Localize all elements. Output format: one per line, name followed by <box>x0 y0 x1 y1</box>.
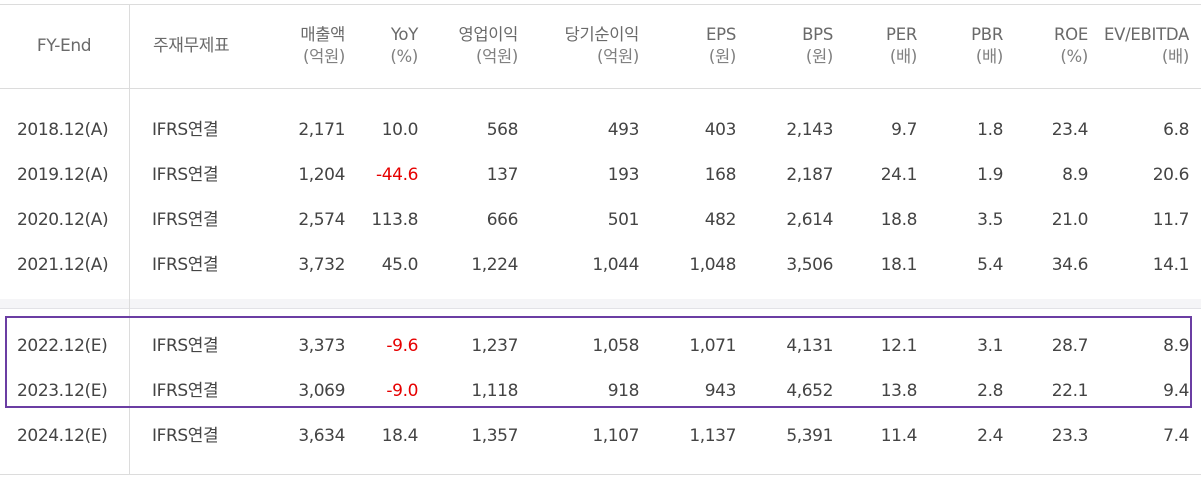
header-label: 매출액 <box>300 25 345 44</box>
cell-ev-ebitda: 6.8 <box>1163 120 1189 140</box>
header-unit: (배) <box>975 47 1003 66</box>
cell-revenue: 2,574 <box>298 210 345 230</box>
cell-bps: 2,614 <box>786 210 833 230</box>
header-bps: BPS (원) <box>750 24 833 68</box>
cell-pbr: 1.9 <box>977 165 1003 185</box>
header-yoy: YoY (%) <box>350 24 418 68</box>
financial-table: FY-End 주재무제표 매출액 (억원) YoY (%) 영업이익 (억원) … <box>0 0 1201 481</box>
header-revenue: 매출액 (억원) <box>240 24 345 68</box>
header-fy-end: FY-End <box>36 36 92 56</box>
header-unit: (%) <box>390 47 418 66</box>
cell-ev-ebitda: 20.6 <box>1152 165 1190 185</box>
header-bottom-border <box>0 88 1201 89</box>
cell-roe: 8.9 <box>1062 165 1088 185</box>
cell-roe: 23.3 <box>1051 426 1089 446</box>
row-fy-end: 2018.12(A) <box>17 120 109 140</box>
row-basis: IFRS연결 <box>152 426 219 446</box>
header-unit: (%) <box>1060 47 1088 66</box>
header-label: PER <box>886 25 917 44</box>
cell-roe: 21.0 <box>1051 210 1089 230</box>
row-basis: IFRS연결 <box>152 255 219 275</box>
cell-per: 9.7 <box>891 120 917 140</box>
row-fy-end: 2020.12(A) <box>17 210 109 230</box>
cell-net-income: 1,107 <box>592 426 639 446</box>
row-basis: IFRS연결 <box>152 120 219 140</box>
table-top-border <box>0 4 1201 5</box>
header-unit: (배) <box>1161 47 1189 66</box>
cell-pbr: 5.4 <box>977 255 1003 275</box>
cell-ev-ebitda: 14.1 <box>1152 255 1190 275</box>
cell-roe: 34.6 <box>1051 255 1089 275</box>
cell-ev-ebitda: 7.4 <box>1163 426 1189 446</box>
cell-per: 24.1 <box>880 165 918 185</box>
cell-eps: 168 <box>704 165 737 185</box>
header-roe: ROE (%) <box>1010 24 1088 68</box>
cell-per: 18.8 <box>880 210 918 230</box>
header-operating-profit: 영업이익 (억원) <box>420 24 518 68</box>
row-basis: IFRS연결 <box>152 210 219 230</box>
row-basis: IFRS연결 <box>152 165 219 185</box>
cell-per: 11.4 <box>880 426 918 446</box>
row-fy-end: 2024.12(E) <box>17 426 108 446</box>
actual-estimate-separator <box>0 299 1201 308</box>
row-fy-end: 2021.12(A) <box>17 255 109 275</box>
cell-eps: 482 <box>704 210 737 230</box>
cell-net-income: 501 <box>607 210 640 230</box>
header-basis: 주재무제표 <box>153 36 230 56</box>
cell-eps: 1,137 <box>689 426 736 446</box>
cell-per: 18.1 <box>880 255 918 275</box>
cell-yoy: 113.8 <box>371 210 418 230</box>
cell-revenue: 3,732 <box>298 255 345 275</box>
cell-net-income: 1,044 <box>592 255 639 275</box>
cell-bps: 5,391 <box>786 426 833 446</box>
cell-operating-profit: 1,357 <box>471 426 518 446</box>
header-unit: (억원) <box>302 47 345 66</box>
row-fy-end: 2019.12(A) <box>17 165 109 185</box>
cell-yoy: 18.4 <box>381 426 419 446</box>
cell-pbr: 1.8 <box>977 120 1003 140</box>
header-label: BPS <box>802 25 833 44</box>
cell-yoy: -44.6 <box>376 165 418 185</box>
header-label: EPS <box>706 25 736 44</box>
cell-eps: 1,048 <box>689 255 736 275</box>
header-unit: (원) <box>708 47 736 66</box>
separator-border <box>0 308 1201 309</box>
header-pbr: PBR (배) <box>925 24 1003 68</box>
header-eps: EPS (원) <box>660 24 736 68</box>
estimate-highlight-box <box>5 316 1192 408</box>
cell-net-income: 193 <box>607 165 640 185</box>
cell-bps: 3,506 <box>786 255 833 275</box>
cell-yoy: 45.0 <box>381 255 419 275</box>
cell-yoy: 10.0 <box>381 120 419 140</box>
cell-roe: 23.4 <box>1051 120 1089 140</box>
cell-revenue: 3,634 <box>298 426 345 446</box>
cell-revenue: 2,171 <box>298 120 345 140</box>
cell-pbr: 3.5 <box>977 210 1003 230</box>
header-unit: (배) <box>889 47 917 66</box>
header-ev-ebitda: EV/EBITDA (배) <box>1095 24 1189 68</box>
cell-bps: 2,187 <box>786 165 833 185</box>
header-per: PER (배) <box>840 24 917 68</box>
cell-revenue: 1,204 <box>298 165 345 185</box>
header-net-income: 당기순이익 (억원) <box>525 24 640 68</box>
cell-operating-profit: 568 <box>486 120 519 140</box>
header-label: ROE <box>1054 25 1088 44</box>
header-label: 당기순이익 <box>564 25 640 44</box>
cell-ev-ebitda: 11.7 <box>1152 210 1190 230</box>
header-label: YoY <box>390 25 418 44</box>
cell-operating-profit: 137 <box>486 165 519 185</box>
cell-bps: 2,143 <box>786 120 833 140</box>
header-unit: (원) <box>805 47 833 66</box>
cell-eps: 403 <box>704 120 737 140</box>
header-label: 영업이익 <box>458 25 518 44</box>
header-label: PBR <box>971 25 1003 44</box>
cell-operating-profit: 1,224 <box>471 255 518 275</box>
header-unit: (억원) <box>596 47 639 66</box>
header-label: EV/EBITDA <box>1104 25 1189 44</box>
cell-pbr: 2.4 <box>977 426 1003 446</box>
header-unit: (억원) <box>475 47 518 66</box>
table-bottom-border <box>0 474 1201 475</box>
cell-net-income: 493 <box>607 120 640 140</box>
cell-operating-profit: 666 <box>486 210 519 230</box>
